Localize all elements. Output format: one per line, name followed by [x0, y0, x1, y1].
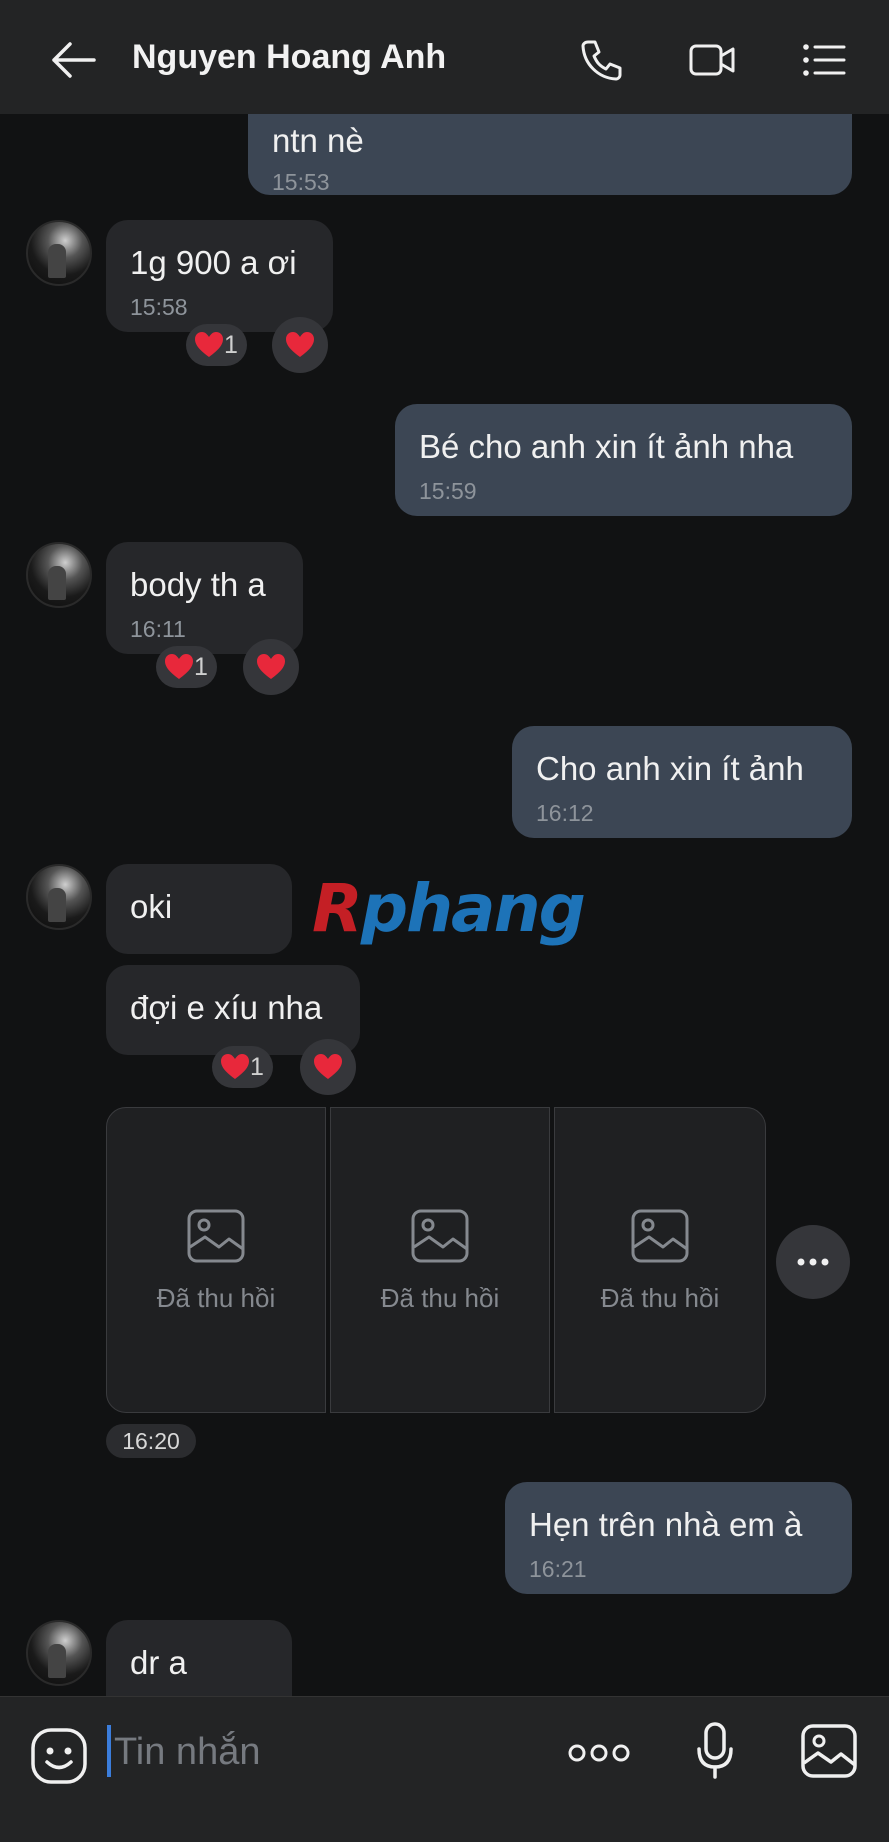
- message-composer: [0, 1696, 889, 1842]
- outgoing-message[interactable]: Hẹn trên nhà em à 16:21: [505, 1482, 852, 1594]
- heart-icon: [314, 1054, 342, 1079]
- heart-icon: [195, 332, 223, 357]
- menu-list-icon[interactable]: [800, 36, 848, 84]
- react-button[interactable]: [243, 639, 299, 695]
- message-text: Hẹn trên nhà em à: [529, 1506, 803, 1543]
- message-text: dr a: [130, 1644, 187, 1681]
- message-input[interactable]: [114, 1727, 534, 1777]
- outgoing-message[interactable]: Cho anh xin ít ảnh 16:12: [512, 726, 852, 838]
- incoming-message[interactable]: body th a 16:11: [106, 542, 303, 654]
- outgoing-message[interactable]: Bé cho anh xin ít ảnh nha 15:59: [395, 404, 852, 516]
- recalled-label: Đã thu hồi: [600, 1283, 720, 1313]
- reaction-summary[interactable]: 1: [156, 646, 217, 688]
- message-time: 15:53: [272, 169, 330, 195]
- contact-avatar[interactable]: [26, 542, 92, 608]
- message-text: Cho anh xin ít ảnh: [536, 750, 804, 787]
- image-placeholder-icon: [631, 1209, 689, 1263]
- reaction-summary[interactable]: 1: [186, 324, 247, 366]
- contact-name[interactable]: Nguyen Hoang Anh: [132, 38, 446, 77]
- more-dots-icon[interactable]: [568, 1743, 630, 1763]
- contact-avatar[interactable]: [26, 220, 92, 286]
- phone-icon[interactable]: [578, 36, 626, 84]
- contact-avatar[interactable]: [26, 864, 92, 930]
- react-button[interactable]: [300, 1039, 356, 1095]
- message-time: 15:59: [419, 478, 477, 504]
- message-time: 16:11: [130, 616, 186, 642]
- recalled-label: Đã thu hồi: [380, 1283, 500, 1313]
- heart-icon: [257, 654, 285, 679]
- outgoing-message[interactable]: ntn nè 15:53: [248, 114, 852, 195]
- message-text: ntn nè: [272, 122, 364, 159]
- video-call-icon[interactable]: [688, 36, 736, 84]
- image-icon[interactable]: [800, 1723, 858, 1779]
- reaction-count: 1: [224, 330, 238, 359]
- react-button[interactable]: [272, 317, 328, 373]
- microphone-icon[interactable]: [695, 1721, 735, 1781]
- message-list[interactable]: ntn nè 15:53 1g 900 a ơi 15:58 1 Bé cho …: [0, 114, 889, 1696]
- recalled-label: Đã thu hồi: [156, 1283, 276, 1313]
- image-placeholder-icon: [187, 1209, 245, 1263]
- heart-icon: [286, 332, 314, 357]
- chat-header: Nguyen Hoang Anh: [0, 0, 889, 114]
- reaction-count: 1: [194, 652, 208, 681]
- message-text: body th a: [130, 566, 266, 603]
- recalled-photo[interactable]: Đã thu hồi: [106, 1107, 326, 1413]
- heart-icon: [165, 654, 193, 679]
- message-time: 16:12: [536, 800, 594, 826]
- incoming-message[interactable]: 1g 900 a ơi 15:58: [106, 220, 333, 332]
- image-placeholder-icon: [411, 1209, 469, 1263]
- more-dots-icon: [797, 1258, 829, 1266]
- recalled-photo[interactable]: Đã thu hồi: [554, 1107, 766, 1413]
- message-options-button[interactable]: [776, 1225, 850, 1299]
- message-text: đợi e xíu nha: [130, 989, 323, 1026]
- message-time: 16:20: [106, 1424, 196, 1458]
- message-time: 15:58: [130, 294, 188, 320]
- watermark-logo: Rphang: [312, 870, 586, 947]
- message-text: 1g 900 a ơi: [130, 244, 297, 281]
- contact-avatar[interactable]: [26, 1620, 92, 1686]
- message-text: oki: [130, 888, 173, 925]
- incoming-message[interactable]: oki: [106, 864, 292, 954]
- message-text: Bé cho anh xin ít ảnh nha: [419, 428, 794, 465]
- back-arrow-icon[interactable]: [50, 40, 96, 80]
- recalled-photo[interactable]: Đã thu hồi: [330, 1107, 550, 1413]
- reaction-count: 1: [250, 1052, 264, 1081]
- message-time: 16:21: [529, 1556, 587, 1582]
- text-cursor: [107, 1725, 111, 1777]
- reaction-summary[interactable]: 1: [212, 1046, 273, 1088]
- emoji-icon[interactable]: [30, 1727, 88, 1785]
- heart-icon: [221, 1054, 249, 1079]
- incoming-message[interactable]: dr a: [106, 1620, 292, 1696]
